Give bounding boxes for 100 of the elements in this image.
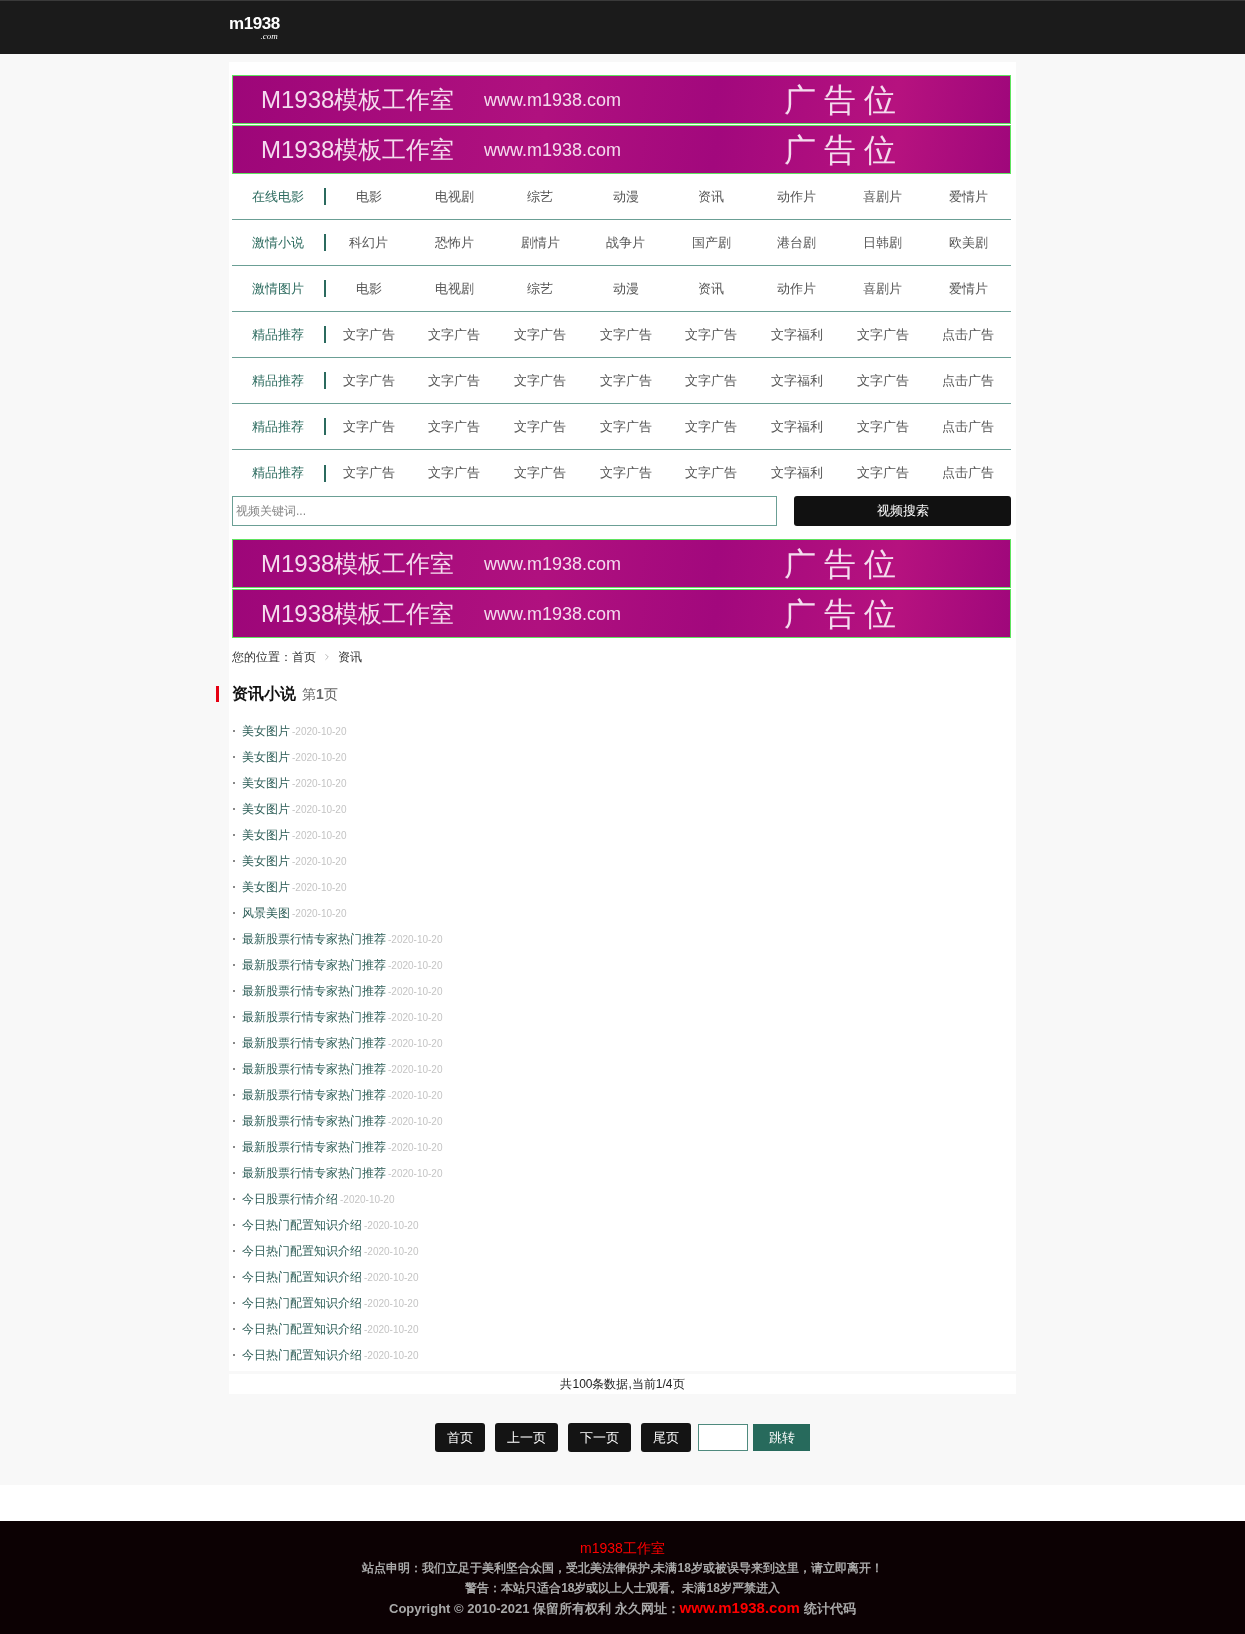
nav-link[interactable]: 文字广告 xyxy=(856,463,909,483)
nav-link[interactable]: 文字广告 xyxy=(599,370,652,391)
article-link[interactable]: 最新股票行情专家热门推荐 xyxy=(242,956,386,974)
article-link[interactable]: 最新股票行情专家热门推荐 xyxy=(242,1112,386,1130)
nav-link[interactable]: 文字广告 xyxy=(685,370,738,391)
site-url-link[interactable]: www.m1938.com xyxy=(679,1599,800,1616)
page-button[interactable]: 尾页 xyxy=(641,1423,691,1452)
article-link[interactable]: 美女图片 xyxy=(242,878,290,896)
nav-link[interactable]: 文字广告 xyxy=(856,370,909,391)
article-link[interactable]: 今日股票行情介绍 xyxy=(242,1190,338,1208)
ad-banner[interactable]: M1938模板工作室 www.m1938.com 广告位 xyxy=(232,539,1011,588)
article-link[interactable]: 美女图片 xyxy=(242,774,290,792)
nav-link[interactable]: 电影 xyxy=(355,278,382,299)
nav-link[interactable]: 点击广告 xyxy=(942,370,995,391)
nav-link[interactable]: 文字广告 xyxy=(685,416,738,437)
nav-link[interactable]: 动作片 xyxy=(777,186,817,207)
article-link[interactable]: 今日热门配置知识介绍 xyxy=(242,1294,362,1312)
ad-banner[interactable]: M1938模板工作室 www.m1938.com 广告位 xyxy=(232,589,1011,638)
nav-link[interactable]: 爱情片 xyxy=(948,186,988,207)
nav-link[interactable]: 文字广告 xyxy=(856,416,909,437)
search-field[interactable]: 视频关键词... xyxy=(232,496,777,526)
nav-category-link[interactable]: 精品推荐 xyxy=(252,324,304,345)
article-link[interactable]: 今日热门配置知识介绍 xyxy=(242,1320,362,1338)
nav-link[interactable]: 文字广告 xyxy=(685,463,738,483)
ad-banner[interactable]: M1938模板工作室 www.m1938.com 广告位 xyxy=(232,125,1011,174)
nav-link[interactable]: 文字广告 xyxy=(342,416,395,437)
nav-link[interactable]: 文字广告 xyxy=(428,370,481,391)
article-link[interactable]: 最新股票行情专家热门推荐 xyxy=(242,1164,386,1182)
nav-link[interactable]: 港台剧 xyxy=(777,232,817,253)
nav-link[interactable]: 欧美剧 xyxy=(948,232,988,253)
nav-category-link[interactable]: 激情图片 xyxy=(252,278,304,299)
article-link[interactable]: 美女图片 xyxy=(242,748,290,766)
nav-link[interactable]: 国产剧 xyxy=(691,232,731,253)
ad-banner[interactable]: M1938模板工作室 www.m1938.com 广告位 xyxy=(232,75,1011,124)
breadcrumb-link[interactable]: 首页 xyxy=(292,648,316,666)
article-link[interactable]: 今日热门配置知识介绍 xyxy=(242,1242,362,1260)
nav-link[interactable]: 文字广告 xyxy=(514,463,567,483)
page-button[interactable]: 上一页 xyxy=(495,1423,558,1452)
nav-link[interactable]: 动漫 xyxy=(612,186,639,207)
nav-link[interactable]: 点击广告 xyxy=(942,463,995,483)
nav-link[interactable]: 点击广告 xyxy=(942,324,995,345)
article-link[interactable]: 美女图片 xyxy=(242,800,290,818)
page-input[interactable] xyxy=(698,1424,748,1451)
nav-category-link[interactable]: 激情小说 xyxy=(252,232,304,253)
article-link[interactable]: 最新股票行情专家热门推荐 xyxy=(242,1086,386,1104)
nav-link[interactable]: 文字广告 xyxy=(599,463,652,483)
nav-link[interactable]: 文字广告 xyxy=(428,324,481,345)
nav-link[interactable]: 文字广告 xyxy=(514,416,567,437)
nav-category-link[interactable]: 精品推荐 xyxy=(252,416,304,437)
nav-link[interactable]: 动漫 xyxy=(612,278,639,299)
nav-link[interactable]: 科幻片 xyxy=(349,232,389,253)
nav-link[interactable]: 文字广告 xyxy=(342,370,395,391)
nav-link[interactable]: 喜剧片 xyxy=(863,278,903,299)
nav-link[interactable]: 剧情片 xyxy=(520,232,560,253)
article-link[interactable]: 最新股票行情专家热门推荐 xyxy=(242,1034,386,1052)
nav-link[interactable]: 喜剧片 xyxy=(863,186,903,207)
page-button[interactable]: 首页 xyxy=(435,1423,485,1452)
article-link[interactable]: 美女图片 xyxy=(242,826,290,844)
article-link[interactable]: 最新股票行情专家热门推荐 xyxy=(242,1008,386,1026)
article-link[interactable]: 风景美图 xyxy=(242,904,290,922)
article-link[interactable]: 最新股票行情专家热门推荐 xyxy=(242,1060,386,1078)
nav-link[interactable]: 电视剧 xyxy=(434,278,474,299)
nav-link[interactable]: 恐怖片 xyxy=(434,232,474,253)
nav-link[interactable]: 文字广告 xyxy=(428,416,481,437)
nav-link[interactable]: 文字广告 xyxy=(856,324,909,345)
nav-link[interactable]: 日韩剧 xyxy=(863,232,903,253)
nav-link[interactable]: 文字福利 xyxy=(770,416,823,437)
article-link[interactable]: 今日热门配置知识介绍 xyxy=(242,1346,362,1364)
nav-category-link[interactable]: 精品推荐 xyxy=(252,370,304,391)
nav-link[interactable]: 战争片 xyxy=(606,232,646,253)
nav-link[interactable]: 文字广告 xyxy=(428,463,481,483)
nav-link[interactable]: 文字广告 xyxy=(342,324,395,345)
article-link[interactable]: 最新股票行情专家热门推荐 xyxy=(242,930,386,948)
nav-link[interactable]: 爱情片 xyxy=(948,278,988,299)
nav-link[interactable]: 文字广告 xyxy=(599,416,652,437)
nav-link[interactable]: 文字福利 xyxy=(770,463,823,483)
nav-link[interactable]: 文字广告 xyxy=(685,324,738,345)
article-link[interactable]: 美女图片 xyxy=(242,852,290,870)
nav-link[interactable]: 综艺 xyxy=(527,278,554,299)
page-button[interactable]: 下一页 xyxy=(568,1423,631,1452)
article-link[interactable]: 今日热门配置知识介绍 xyxy=(242,1216,362,1234)
nav-link[interactable]: 电视剧 xyxy=(434,186,474,207)
nav-link[interactable]: 文字广告 xyxy=(599,324,652,345)
nav-category-link[interactable]: 精品推荐 xyxy=(252,463,304,483)
jump-button[interactable]: 跳转 xyxy=(753,1424,810,1451)
nav-link[interactable]: 综艺 xyxy=(527,186,554,207)
nav-category-link[interactable]: 在线电影 xyxy=(252,186,304,207)
nav-link[interactable]: 文字广告 xyxy=(514,324,567,345)
nav-link[interactable]: 点击广告 xyxy=(942,416,995,437)
nav-link[interactable]: 文字广告 xyxy=(514,370,567,391)
breadcrumb-link[interactable]: 资讯 xyxy=(338,648,362,666)
nav-link[interactable]: 资讯 xyxy=(698,186,725,207)
site-logo[interactable]: m1938 .com xyxy=(229,14,280,41)
article-link[interactable]: 最新股票行情专家热门推荐 xyxy=(242,982,386,1000)
nav-link[interactable]: 动作片 xyxy=(777,278,817,299)
article-link[interactable]: 今日热门配置知识介绍 xyxy=(242,1268,362,1286)
nav-link[interactable]: 文字福利 xyxy=(770,370,823,391)
article-link[interactable]: 最新股票行情专家热门推荐 xyxy=(242,1138,386,1156)
nav-link[interactable]: 资讯 xyxy=(698,278,725,299)
article-link[interactable]: 美女图片 xyxy=(242,722,290,740)
